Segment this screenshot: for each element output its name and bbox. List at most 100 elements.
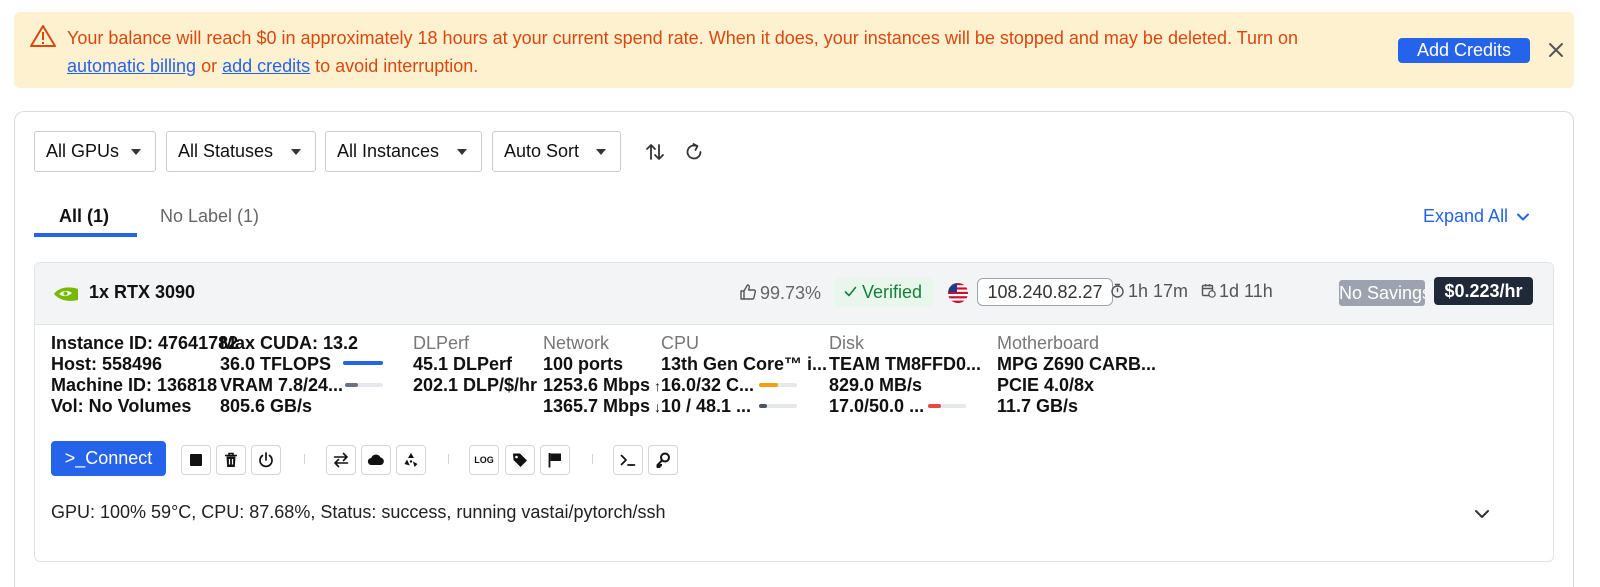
us-flag-icon (948, 283, 968, 303)
recycle-button[interactable] (396, 445, 426, 475)
recycle-icon (404, 453, 418, 467)
chevron-down-icon (1517, 213, 1530, 221)
close-icon[interactable] (1546, 40, 1566, 60)
cpu-ram-bar (759, 404, 797, 408)
disk-speed: 829.0 MB/s (829, 375, 923, 395)
thumbs-up-icon (740, 284, 757, 300)
time-remaining: 1d 11h (1201, 281, 1273, 302)
disk-label: Disk (829, 333, 864, 353)
stop-icon (190, 454, 202, 466)
key-icon (656, 452, 670, 468)
cloud-sync-button[interactable] (361, 445, 391, 475)
stopwatch-icon (1111, 283, 1124, 298)
automatic-billing-link[interactable]: automatic billing (67, 56, 196, 76)
connect-button[interactable]: >_Connect (51, 441, 166, 476)
host-id: Host: 558496 (51, 354, 163, 374)
transfer-arrows-icon (333, 452, 349, 468)
gpu-title: 1x RTX 3090 (89, 282, 196, 302)
tflops-bar (343, 361, 383, 365)
cpu-cores-bar (759, 383, 797, 387)
arrow-up-icon: ↑ (650, 378, 661, 394)
reliability: 99.73% (739, 283, 821, 304)
cpu-ram: 10 / 48.1 ... (661, 396, 752, 416)
nvidia-logo-icon (54, 287, 78, 301)
refresh-icon[interactable] (683, 141, 705, 163)
max-cuda: Max CUDA: 13.2 (220, 333, 359, 353)
vram-bar (345, 383, 383, 387)
disk-usage: 17.0/50.0 ... (829, 396, 925, 416)
stop-button[interactable] (181, 445, 211, 475)
dropdown-caret-icon (131, 149, 141, 155)
network-label: Network (543, 333, 610, 353)
terminal-icon (620, 454, 636, 466)
pcie-version: PCIE 4.0/8x (997, 375, 1095, 395)
sort-select[interactable]: Auto Sort (492, 131, 621, 172)
flag-icon (548, 453, 561, 468)
toolbar-divider (592, 454, 593, 464)
label-button[interactable] (505, 445, 535, 475)
download-speed: 1365.7 Mbps ↓ (543, 396, 661, 416)
dlperf-value: 45.1 DLPerf (413, 354, 513, 374)
motherboard-model: MPG Z690 CARB... (997, 354, 1157, 374)
cpu-cores: 16.0/32 C... (661, 375, 755, 395)
verified-badge: Verified (834, 278, 935, 307)
vram: VRAM 7.8/24... (220, 375, 344, 395)
sort-direction-icon[interactable] (644, 141, 666, 163)
power-button[interactable] (251, 445, 281, 475)
disk-usage-bar (928, 404, 966, 408)
dropdown-caret-icon (291, 149, 301, 155)
terminal-button[interactable] (613, 445, 643, 475)
low-balance-banner: Your balance will reach $0 in approximat… (14, 12, 1574, 88)
ssh-key-button[interactable] (648, 445, 678, 475)
check-icon (844, 286, 857, 297)
dropdown-caret-icon (596, 149, 606, 155)
instance-id: Instance ID: 47641782 (51, 333, 239, 353)
ports-count: 100 ports (543, 354, 624, 374)
toolbar-divider (448, 454, 449, 464)
cpu-label: CPU (661, 333, 700, 353)
warning-triangle-icon (30, 25, 56, 47)
tab-all[interactable]: All (1) (59, 205, 109, 233)
transfer-button[interactable] (326, 445, 356, 475)
trash-icon (225, 452, 237, 467)
disk-model: TEAM TM8FFD0... (829, 354, 981, 374)
dlperf-per-dollar: 202.1 DLP/$/hr (413, 375, 538, 395)
chevron-down-icon[interactable] (1473, 505, 1491, 523)
instance-header: 1x RTX 3090 99.73% Verified 108.240.82.2… (35, 263, 1553, 325)
pcie-bandwidth: 11.7 GB/s (997, 396, 1079, 416)
power-icon (259, 452, 273, 468)
gpu-bandwidth: 805.6 GB/s (220, 396, 313, 416)
toolbar-divider (304, 454, 305, 464)
instance-status-text: GPU: 100% 59°C, CPU: 87.68%, Status: suc… (51, 502, 666, 522)
gpu-filter-select[interactable]: All GPUs (34, 131, 156, 172)
status-filter-select[interactable]: All Statuses (166, 131, 316, 172)
upload-speed: 1253.6 Mbps ↑ (543, 375, 661, 395)
tflops: 36.0 TFLOPS (220, 354, 332, 374)
savings-badge: No Savings (1339, 280, 1425, 306)
delete-button[interactable] (216, 445, 246, 475)
price-badge: $0.223/hr (1434, 277, 1533, 305)
banner-message: Your balance will reach $0 in approximat… (67, 28, 1299, 76)
instance-card: 1x RTX 3090 99.73% Verified 108.240.82.2… (34, 262, 1554, 562)
report-button[interactable] (540, 445, 570, 475)
dlperf-label: DLPerf (413, 333, 470, 353)
cloud-icon (367, 454, 384, 466)
uptime: 1h 17m (1110, 281, 1188, 302)
ip-address[interactable]: 108.240.82.27 (977, 278, 1113, 306)
expand-all-button[interactable]: Expand All (1423, 206, 1530, 227)
machine-id: Machine ID: 136818 (51, 375, 218, 395)
add-credits-button[interactable]: Add Credits (1398, 38, 1530, 63)
dropdown-caret-icon (457, 149, 467, 155)
log-icon: LOG (474, 455, 494, 465)
volume-info: Vol: No Volumes (51, 396, 192, 416)
logs-button[interactable]: LOG (469, 445, 499, 475)
cpu-model: 13th Gen Core™ i... (661, 354, 828, 374)
instance-filter-select[interactable]: All Instances (325, 131, 482, 172)
tag-icon (513, 453, 527, 467)
calendar-clock-icon (1201, 284, 1216, 298)
tab-no-label[interactable]: No Label (1) (160, 205, 259, 233)
motherboard-label: Motherboard (997, 333, 1100, 353)
add-credits-link[interactable]: add credits (222, 56, 310, 76)
active-tab-indicator (34, 233, 137, 237)
arrow-down-icon: ↓ (650, 399, 661, 415)
